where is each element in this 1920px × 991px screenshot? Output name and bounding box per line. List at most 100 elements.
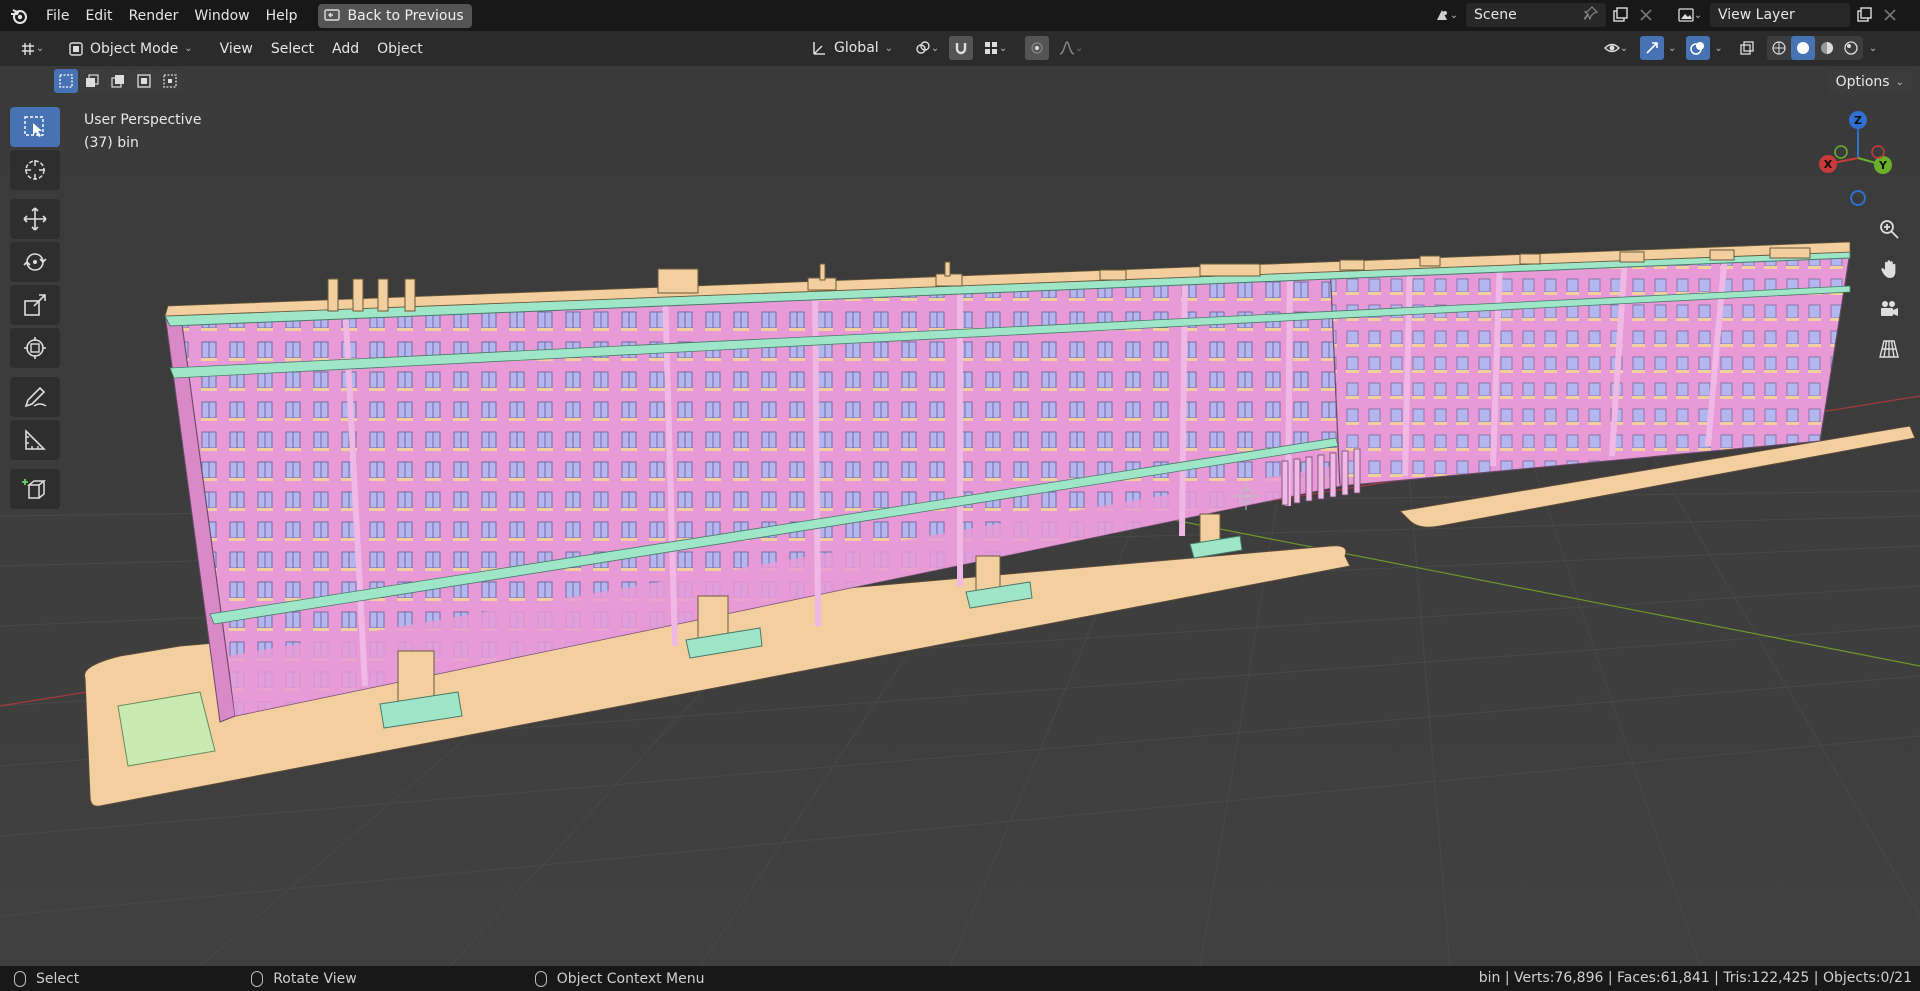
mouse-right-icon	[534, 970, 547, 987]
tool-select-box[interactable]	[10, 107, 60, 147]
header-menu-select[interactable]: Select	[262, 41, 323, 57]
back-to-previous-button[interactable]: Back to Previous	[317, 3, 472, 28]
menu-help[interactable]: Help	[258, 5, 306, 27]
orientation-label: Global	[834, 40, 879, 56]
view-layer-selector-icon[interactable]: ⌄	[1672, 3, 1708, 27]
tool-annotate[interactable]	[10, 377, 60, 417]
orientation-axes-icon	[813, 42, 825, 55]
view-layer-name: View Layer	[1718, 7, 1795, 23]
tool-measure[interactable]	[10, 420, 60, 460]
xray-toggle-icon[interactable]	[1735, 36, 1759, 60]
new-view-layer-icon[interactable]	[1852, 3, 1876, 27]
cursor-icon	[25, 160, 45, 180]
snap-target-icon[interactable]: ⌄	[977, 36, 1013, 60]
view-layer-field[interactable]: View Layer	[1710, 3, 1850, 27]
navigation-gizmo[interactable]: Z X Y	[1808, 108, 1908, 208]
transform-orientation-dropdown[interactable]: Global ⌄	[804, 36, 899, 60]
perspective-toggle-icon[interactable]	[1872, 332, 1906, 366]
chevron-down-icon: ⌄	[184, 43, 193, 54]
gizmo-x-label: X	[1824, 158, 1833, 171]
pivot-point-icon[interactable]: ⌄	[909, 36, 945, 60]
tool-move[interactable]	[10, 199, 60, 239]
menu-edit[interactable]: Edit	[77, 5, 120, 27]
scene-statistics: bin | Verts:76,896 | Faces:61,841 | Tris…	[1478, 970, 1912, 986]
tool-cursor[interactable]	[10, 150, 60, 190]
menu-file[interactable]: File	[38, 5, 77, 27]
scene-selector-icon[interactable]: ⌄	[1428, 3, 1464, 27]
tool-shelf	[10, 107, 62, 512]
rendered-shading-icon[interactable]	[1839, 36, 1863, 60]
status-select-hint: Select	[14, 970, 80, 987]
gizmo-z-label: Z	[1854, 114, 1862, 127]
scene-canvas[interactable]	[0, 66, 1920, 966]
editor-type-icon[interactable]: ⌄	[12, 37, 52, 61]
status-bar: Select Rotate View Object Context Menu b…	[0, 966, 1920, 991]
object-mode-icon	[69, 41, 83, 56]
proportional-edit-icon[interactable]	[1025, 36, 1050, 60]
blender-logo-icon[interactable]	[8, 5, 30, 27]
options-dropdown[interactable]: Options ⌄	[1827, 70, 1912, 94]
visibility-eye-icon[interactable]: ⌄	[1596, 36, 1636, 60]
material-shading-icon[interactable]	[1815, 36, 1839, 60]
select-box-icon	[24, 116, 44, 137]
status-context-label: Object Context Menu	[556, 970, 705, 987]
status-select-label: Select	[36, 970, 80, 987]
pan-hand-icon[interactable]	[1872, 252, 1906, 286]
gizmo-neg-x-axis[interactable]	[1871, 145, 1885, 159]
select-mode-invert-icon[interactable]	[132, 69, 156, 93]
scale-icon	[24, 294, 46, 316]
select-mode-extend-icon[interactable]	[80, 69, 104, 93]
header-menu-add[interactable]: Add	[323, 41, 368, 57]
status-rotate-hint: Rotate View	[251, 970, 357, 987]
select-mode-intersect-icon[interactable]	[158, 69, 182, 93]
scene-name-field[interactable]: Scene	[1466, 3, 1606, 27]
overlays-toggle-icon[interactable]	[1686, 36, 1711, 60]
gizmo-y-label: Y	[1878, 159, 1888, 172]
tool-scale[interactable]	[10, 285, 60, 325]
status-context-hint: Object Context Menu	[534, 970, 705, 987]
options-label: Options	[1835, 74, 1890, 90]
transform-icon	[24, 337, 46, 359]
header-menu-view[interactable]: View	[211, 41, 262, 57]
tool-add-cube[interactable]	[10, 469, 60, 509]
delete-view-layer-icon[interactable]	[1878, 3, 1902, 27]
3d-viewport[interactable]	[0, 66, 1920, 966]
mode-label: Object Mode	[90, 40, 179, 57]
new-scene-icon[interactable]	[1608, 3, 1632, 27]
gizmo-toggle-icon[interactable]	[1640, 36, 1664, 60]
rotate-icon	[23, 253, 47, 271]
measure-ruler-icon	[25, 429, 46, 450]
perspective-label: User Perspective	[84, 112, 202, 128]
mouse-left-icon	[14, 970, 26, 987]
mode-dropdown[interactable]: Object Mode ⌄	[62, 37, 199, 61]
delete-scene-icon[interactable]	[1634, 3, 1658, 27]
add-cube-icon	[22, 479, 47, 499]
back-screen-icon	[323, 8, 340, 21]
zoom-view-icon[interactable]	[1872, 212, 1906, 246]
gizmo-neg-y-axis[interactable]	[1834, 145, 1848, 159]
select-mode-new-icon[interactable]	[54, 69, 78, 93]
viewport-info-overlay: User Perspective (37) bin	[84, 109, 201, 155]
menu-window[interactable]: Window	[186, 5, 257, 27]
tool-rotate[interactable]	[10, 242, 60, 282]
tool-transform[interactable]	[10, 328, 60, 368]
falloff-curve-icon[interactable]: ⌄	[1053, 36, 1089, 60]
status-rotate-label: Rotate View	[273, 970, 357, 987]
mouse-middle-icon	[251, 970, 264, 987]
snap-toggle-icon[interactable]	[949, 36, 974, 60]
camera-view-icon[interactable]	[1872, 292, 1906, 326]
top-menu-bar: File Edit Render Window Help Back to Pre…	[0, 0, 1920, 31]
menu-render[interactable]: Render	[121, 5, 187, 27]
viewport-header: ⌄ Object Mode ⌄ View Select Add Object G…	[0, 31, 1920, 66]
selection-mode-row	[0, 66, 1920, 96]
solid-shading-icon[interactable]	[1790, 36, 1815, 60]
gizmo-neg-z-axis[interactable]	[1850, 190, 1866, 206]
wireframe-shading-icon[interactable]	[1767, 36, 1791, 60]
header-menu-object[interactable]: Object	[368, 41, 432, 57]
back-to-previous-label: Back to Previous	[347, 7, 464, 24]
annotate-pencil-icon	[24, 386, 47, 408]
select-mode-subtract-icon[interactable]	[106, 69, 130, 93]
move-icon	[23, 207, 47, 231]
pin-icon[interactable]	[1582, 6, 1599, 24]
active-object-label: (37) bin	[84, 135, 139, 151]
